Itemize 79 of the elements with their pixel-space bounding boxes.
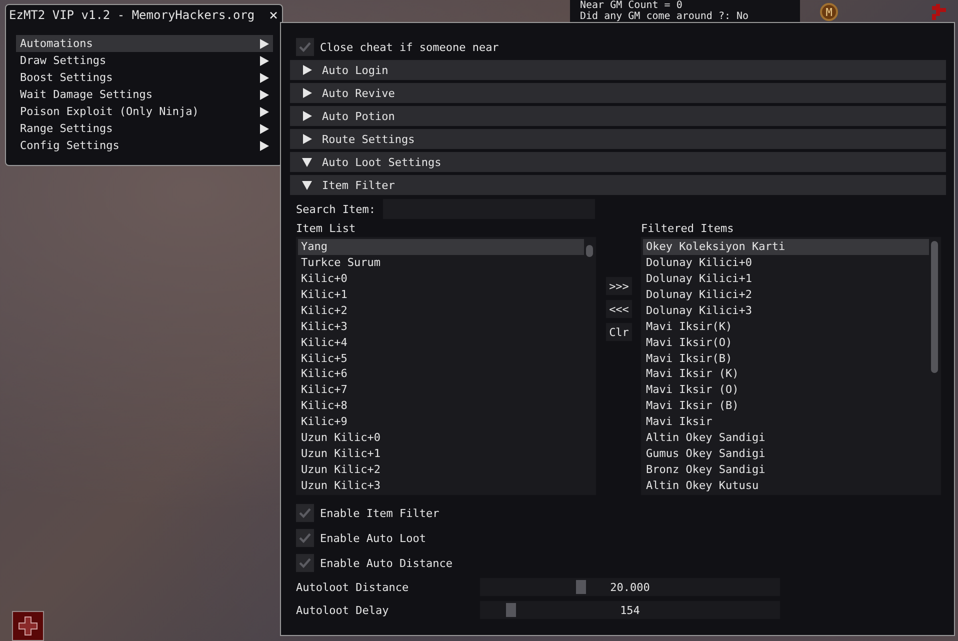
list-item[interactable]: Altin Okey Kutusu (643, 477, 929, 493)
blood-icon (932, 4, 946, 20)
slider-thumb[interactable] (506, 603, 516, 617)
slider-label: Autoloot Distance (296, 580, 410, 594)
list-item[interactable]: Dolunay Kilici+0 (643, 254, 929, 271)
menu-item[interactable]: Config Settings (16, 137, 273, 154)
checkbox[interactable] (296, 554, 314, 572)
info-text: Near GM Count = 0 (580, 0, 684, 11)
menu-item[interactable]: Draw Settings (16, 52, 273, 69)
checkbox-label: Enable Auto Distance (320, 556, 452, 570)
slider-label: Autoloot Delay (296, 604, 390, 616)
transfer-button[interactable]: <<< (606, 300, 632, 318)
checkbox[interactable] (296, 529, 314, 547)
slider-value: 154 (620, 604, 640, 616)
list-item[interactable]: Mavi Iksir (K) (643, 366, 929, 382)
list-item[interactable]: Okey Koleksiyon Karti (643, 239, 929, 255)
list-item[interactable]: Kilic+8 (298, 398, 584, 414)
list-item[interactable]: Kilic+4 (298, 334, 584, 350)
list-item[interactable]: Uzun Kilic+0 (298, 430, 584, 446)
section-header[interactable]: Auto Login (290, 60, 946, 80)
info-text: Did any GM come around ?: No (580, 11, 750, 22)
search-label: Search Item: (296, 202, 376, 216)
section-header[interactable]: Auto Revive (290, 83, 946, 103)
list-item[interactable]: Mavi Iksir (643, 414, 929, 430)
list-item[interactable]: Dolunay Kilici+2 (643, 286, 929, 302)
health-cross-icon[interactable] (12, 611, 44, 641)
list-item[interactable]: Kilic+2 (298, 302, 584, 318)
list-item[interactable]: Yang (298, 239, 584, 255)
checkbox[interactable] (296, 38, 314, 56)
menu-item[interactable]: Poison Exploit (Only Ninja) (16, 103, 273, 120)
scrollbar-thumb[interactable] (586, 245, 593, 257)
menu-item[interactable]: Range Settings (16, 120, 273, 137)
list-item[interactable]: Uzun Kilic+3 (298, 477, 584, 493)
list-item[interactable]: Kilic+7 (298, 382, 584, 398)
menu-item[interactable]: Automations (16, 35, 273, 52)
list-item[interactable]: Mavi Iksir (B) (643, 398, 929, 414)
section-header[interactable]: Item Filter (290, 175, 946, 195)
expand-arrow-icon (302, 111, 312, 121)
list-item[interactable]: Bronz Okey Sandigi (643, 461, 929, 478)
slider-thumb[interactable] (576, 580, 586, 594)
list-item[interactable]: Altin Okey Sandigi (643, 430, 929, 446)
list-item[interactable]: Kilic+5 (298, 350, 584, 366)
list-item[interactable]: Uzun Kilic+2 (298, 461, 584, 478)
expand-arrow-icon (302, 134, 312, 144)
list-item[interactable]: Turkce Surum (298, 254, 584, 271)
list-item[interactable]: Kilic+3 (298, 318, 584, 334)
section-header[interactable]: Route Settings (290, 129, 946, 149)
collapse-arrow-icon (302, 157, 312, 167)
list-item[interactable]: Gumus Okey Sandigi (643, 445, 929, 462)
checkbox[interactable] (296, 504, 314, 522)
slider-value: 20.000 (610, 580, 650, 594)
menu-item[interactable]: Boost Settings (16, 69, 273, 86)
checkbox-label: Enable Item Filter (320, 506, 440, 520)
list-item[interactable]: Mavi Iksir(O) (643, 334, 929, 350)
checkbox-label: Enable Auto Loot (320, 532, 426, 544)
list-item[interactable]: Kilic+0 (298, 270, 584, 287)
section-header[interactable]: Auto Potion (290, 106, 946, 126)
list-title: Item List (296, 221, 357, 237)
list-item[interactable]: Dolunay Kilici+3 (643, 302, 929, 318)
list-item[interactable]: Uzun Kilic+1 (298, 445, 584, 462)
list-item[interactable]: Mavi Iksir(K) (643, 318, 929, 334)
checkbox-label: Close cheat if someone near (320, 40, 499, 54)
expand-arrow-icon (302, 88, 312, 98)
transfer-button[interactable]: >>> (606, 277, 632, 295)
menu-item[interactable]: Wait Damage Settings (16, 86, 273, 103)
section-header[interactable]: Auto Loot Settings (290, 152, 946, 172)
list-title: Filtered Items (641, 221, 735, 237)
list-item[interactable]: Dolunay Kilici+1 (643, 270, 929, 287)
list-item[interactable]: Mavi Iksir (O) (643, 382, 929, 398)
close-button[interactable]: × (268, 6, 278, 24)
collapse-arrow-icon (302, 180, 312, 190)
list-item[interactable]: Kilic+9 (298, 414, 584, 430)
list-item[interactable]: Mavi Iksir(B) (643, 350, 929, 366)
list-item[interactable]: Kilic+1 (298, 286, 584, 302)
transfer-button[interactable]: Clr (606, 323, 632, 341)
window-title: EzMT2 VIP v1.2 - MemoryHackers.org (9, 8, 255, 22)
list-item[interactable]: Kilic+6 (298, 366, 584, 382)
expand-arrow-icon (302, 65, 312, 75)
scrollbar-thumb[interactable] (931, 241, 938, 373)
